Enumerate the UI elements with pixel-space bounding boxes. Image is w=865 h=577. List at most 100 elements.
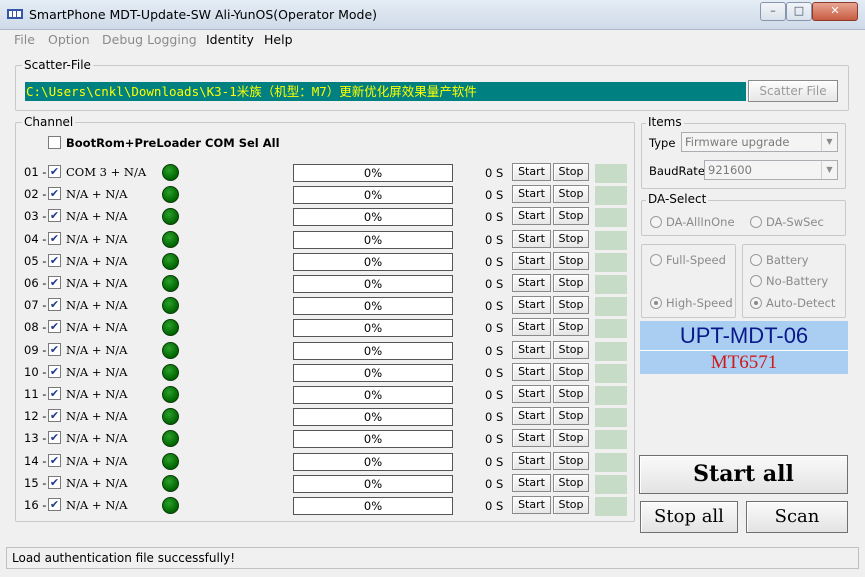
- high-speed-radio[interactable]: High-Speed: [650, 296, 733, 310]
- scatter-path-field[interactable]: C:\Users\cnkl\Downloads\K3-1米族（机型：M7）更新优…: [25, 82, 746, 101]
- row-checkbox[interactable]: ✔: [48, 165, 61, 178]
- row-checkbox[interactable]: ✔: [48, 498, 61, 511]
- baudrate-label: BaudRate: [649, 164, 705, 178]
- row-checkbox[interactable]: ✔: [48, 409, 61, 422]
- row-start-button[interactable]: Start: [512, 363, 551, 381]
- battery-radio[interactable]: Battery: [750, 253, 809, 267]
- select-all-checkbox[interactable]: [48, 136, 61, 149]
- row-elapsed-time: 0 S: [485, 344, 504, 358]
- row-start-button[interactable]: Start: [512, 452, 551, 470]
- row-stop-button[interactable]: Stop: [553, 341, 589, 359]
- da-swsec-radio[interactable]: DA-SwSec: [750, 215, 824, 229]
- row-checkbox[interactable]: ✔: [48, 209, 61, 222]
- row-checkbox[interactable]: ✔: [48, 276, 61, 289]
- menu-option[interactable]: Option: [48, 32, 90, 47]
- radio-icon: [750, 254, 762, 266]
- row-number: 14 -: [24, 454, 47, 468]
- row-stop-button[interactable]: Stop: [553, 429, 589, 447]
- menu-help[interactable]: Help: [264, 32, 293, 47]
- close-button[interactable]: ✕: [812, 2, 858, 21]
- menu-file[interactable]: File: [14, 32, 35, 47]
- row-checkbox[interactable]: ✔: [48, 187, 61, 200]
- row-elapsed-time: 0 S: [485, 477, 504, 491]
- row-port-label: N/A + N/A: [66, 409, 128, 423]
- row-stop-button[interactable]: Stop: [553, 452, 589, 470]
- row-progress-bar: 0%: [293, 430, 453, 448]
- row-stop-button[interactable]: Stop: [553, 252, 589, 270]
- row-stop-button[interactable]: Stop: [553, 474, 589, 492]
- row-stop-button[interactable]: Stop: [553, 385, 589, 403]
- row-checkbox[interactable]: ✔: [48, 476, 61, 489]
- row-start-button[interactable]: Start: [512, 318, 551, 336]
- row-checkbox[interactable]: ✔: [48, 454, 61, 467]
- row-start-button[interactable]: Start: [512, 252, 551, 270]
- minimize-button[interactable]: –: [760, 2, 786, 21]
- row-start-button[interactable]: Start: [512, 341, 551, 359]
- stop-all-button[interactable]: Stop all: [640, 501, 738, 533]
- row-start-button[interactable]: Start: [512, 185, 551, 203]
- row-start-button[interactable]: Start: [512, 474, 551, 492]
- row-status-indicator: [595, 231, 627, 250]
- baudrate-select[interactable]: 921600 ▼: [704, 160, 838, 180]
- row-checkbox[interactable]: ✔: [48, 298, 61, 311]
- row-start-button[interactable]: Start: [512, 407, 551, 425]
- row-progress-bar: 0%: [293, 208, 453, 226]
- row-start-button[interactable]: Start: [512, 230, 551, 248]
- row-progress-bar: 0%: [293, 297, 453, 315]
- row-stop-button[interactable]: Stop: [553, 163, 589, 181]
- type-select[interactable]: Firmware upgrade ▼: [681, 132, 838, 152]
- no-battery-radio[interactable]: No-Battery: [750, 274, 828, 288]
- row-start-button[interactable]: Start: [512, 207, 551, 225]
- row-stop-button[interactable]: Stop: [553, 207, 589, 225]
- row-stop-button[interactable]: Stop: [553, 185, 589, 203]
- row-elapsed-time: 0 S: [485, 366, 504, 380]
- row-checkbox[interactable]: ✔: [48, 254, 61, 267]
- channel-row: 10 - ✔ N/A + N/A 0% 0 S Start Stop: [0, 362, 640, 384]
- row-status-indicator: [595, 453, 627, 472]
- row-status-indicator: [595, 342, 627, 361]
- row-number: 04 -: [24, 232, 47, 246]
- row-stop-button[interactable]: Stop: [553, 407, 589, 425]
- row-stop-button[interactable]: Stop: [553, 318, 589, 336]
- menu-identity[interactable]: Identity: [206, 32, 254, 47]
- status-led-icon: [162, 186, 179, 203]
- row-checkbox[interactable]: ✔: [48, 431, 61, 444]
- row-checkbox[interactable]: ✔: [48, 387, 61, 400]
- row-start-button[interactable]: Start: [512, 296, 551, 314]
- status-led-icon: [162, 342, 179, 359]
- start-all-button[interactable]: Start all: [639, 455, 848, 494]
- row-stop-button[interactable]: Stop: [553, 296, 589, 314]
- channel-row: 09 - ✔ N/A + N/A 0% 0 S Start Stop: [0, 340, 640, 362]
- row-port-label: N/A + N/A: [66, 431, 128, 445]
- scan-button[interactable]: Scan: [746, 501, 848, 533]
- menu-debug-logging[interactable]: Debug Logging: [102, 32, 197, 47]
- channel-row: 05 - ✔ N/A + N/A 0% 0 S Start Stop: [0, 251, 640, 273]
- row-status-indicator: [595, 364, 627, 383]
- status-led-icon: [162, 275, 179, 292]
- row-checkbox[interactable]: ✔: [48, 343, 61, 356]
- row-checkbox[interactable]: ✔: [48, 232, 61, 245]
- row-checkbox[interactable]: ✔: [48, 320, 61, 333]
- row-stop-button[interactable]: Stop: [553, 230, 589, 248]
- auto-detect-radio[interactable]: Auto-Detect: [750, 296, 835, 310]
- row-stop-button[interactable]: Stop: [553, 496, 589, 514]
- row-start-button[interactable]: Start: [512, 163, 551, 181]
- scatter-file-button[interactable]: Scatter File: [748, 80, 838, 102]
- full-speed-radio[interactable]: Full-Speed: [650, 253, 726, 267]
- row-port-label: N/A + N/A: [66, 454, 128, 468]
- row-progress-bar: 0%: [293, 164, 453, 182]
- row-elapsed-time: 0 S: [485, 255, 504, 269]
- row-start-button[interactable]: Start: [512, 429, 551, 447]
- select-all-label: BootRom+PreLoader COM Sel All: [66, 136, 280, 150]
- row-stop-button[interactable]: Stop: [553, 274, 589, 292]
- chevron-down-icon: ▼: [821, 133, 837, 151]
- row-stop-button[interactable]: Stop: [553, 363, 589, 381]
- row-start-button[interactable]: Start: [512, 496, 551, 514]
- da-allinone-radio[interactable]: DA-AllInOne: [650, 215, 735, 229]
- row-start-button[interactable]: Start: [512, 274, 551, 292]
- channel-row: 04 - ✔ N/A + N/A 0% 0 S Start Stop: [0, 229, 640, 251]
- row-start-button[interactable]: Start: [512, 385, 551, 403]
- maximize-button[interactable]: □: [786, 2, 812, 21]
- row-checkbox[interactable]: ✔: [48, 365, 61, 378]
- row-port-label: COM 3 + N/A: [66, 165, 147, 179]
